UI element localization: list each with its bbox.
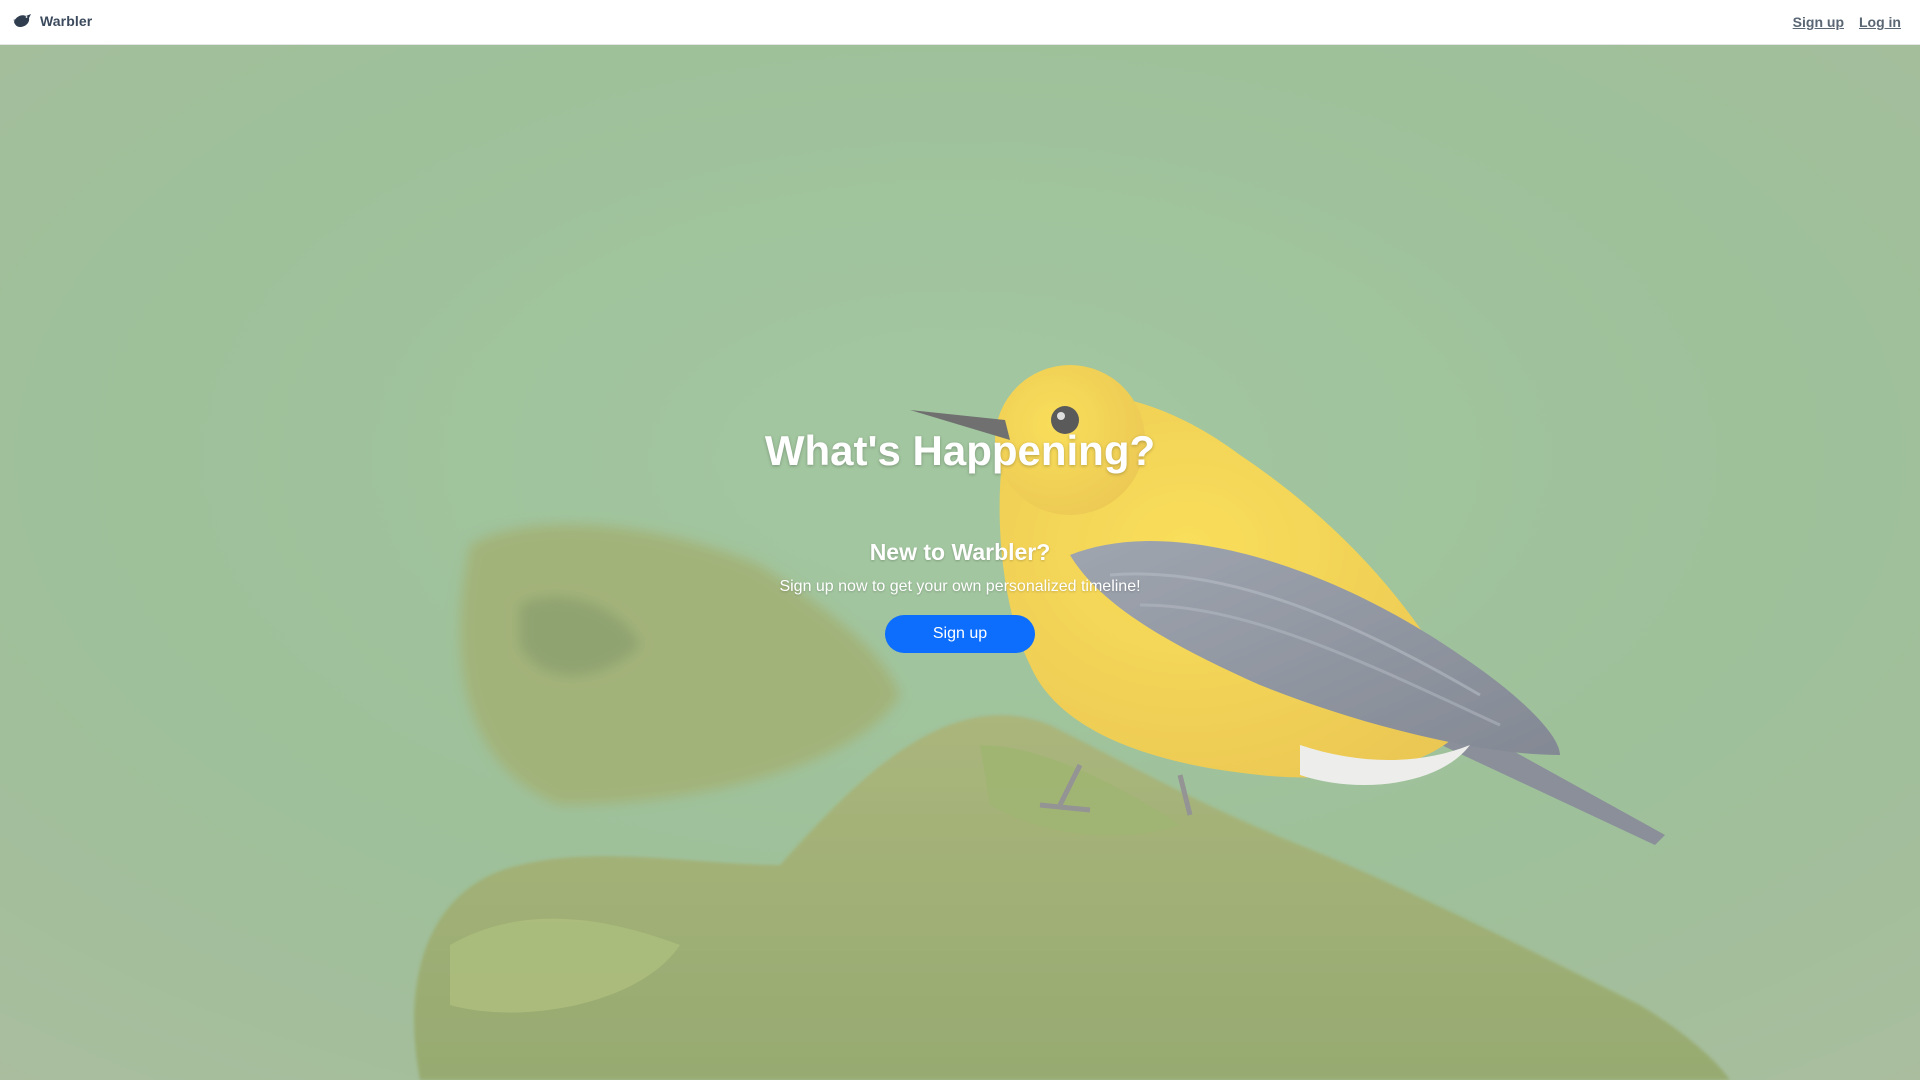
hero-title: What's Happening?	[764, 427, 1156, 474]
hero-section: What's Happening? New to Warbler? Sign u…	[0, 45, 1920, 1080]
brand-name: Warbler	[40, 13, 93, 29]
nav-links: Sign up Log in	[1793, 14, 1901, 30]
nav-signup-link[interactable]: Sign up	[1793, 14, 1844, 30]
nav-login-link[interactable]: Log in	[1859, 14, 1901, 30]
top-navbar: Warbler Sign up Log in	[0, 0, 1920, 45]
brand-link[interactable]: Warbler	[12, 12, 92, 30]
bird-logo-icon	[13, 14, 31, 27]
hero-subtitle: New to Warbler?	[869, 539, 1051, 565]
hero-signup-button[interactable]: Sign up	[885, 615, 1035, 653]
hero-description: Sign up now to get your own personalized…	[779, 578, 1141, 595]
